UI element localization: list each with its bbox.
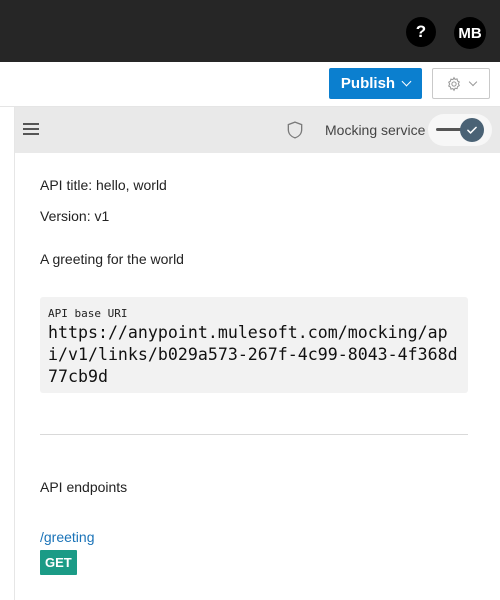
publish-button[interactable]: Publish <box>329 68 422 99</box>
base-uri-value[interactable]: https://anypoint.mulesoft.com/mocking/ap… <box>48 322 460 388</box>
settings-dropdown-button[interactable] <box>432 68 490 99</box>
panel-header: Mocking service <box>15 107 500 153</box>
api-title: API title: hello, world <box>40 177 167 193</box>
chevron-down-icon <box>401 76 412 87</box>
hamburger-icon[interactable] <box>23 123 39 135</box>
user-avatar[interactable]: MB <box>454 17 486 49</box>
api-version: Version: v1 <box>40 208 110 224</box>
api-description: A greeting for the world <box>40 251 184 267</box>
chevron-down-icon <box>468 77 478 87</box>
gear-icon <box>448 76 460 91</box>
documentation-panel: Mocking service API title: hello, world … <box>14 107 500 600</box>
toggle-knob <box>460 118 484 142</box>
top-navigation-bar: ? MB <box>0 0 500 62</box>
divider <box>40 434 468 435</box>
mocking-service-label: Mocking service <box>325 122 426 138</box>
mocking-service-toggle[interactable] <box>428 114 492 146</box>
base-uri-box: API base URI https://anypoint.mulesoft.c… <box>40 297 468 393</box>
get-method-badge[interactable]: GET <box>40 550 77 575</box>
base-uri-label: API base URI <box>48 307 128 320</box>
publish-button-label: Publish <box>340 75 396 92</box>
shield-icon <box>287 121 303 139</box>
editor-toolbar: Publish <box>0 62 500 107</box>
endpoints-heading: API endpoints <box>40 479 128 495</box>
endpoint-link-greeting[interactable]: /greeting <box>40 529 94 545</box>
help-button[interactable]: ? <box>406 17 436 47</box>
checkmark-icon <box>467 126 477 134</box>
